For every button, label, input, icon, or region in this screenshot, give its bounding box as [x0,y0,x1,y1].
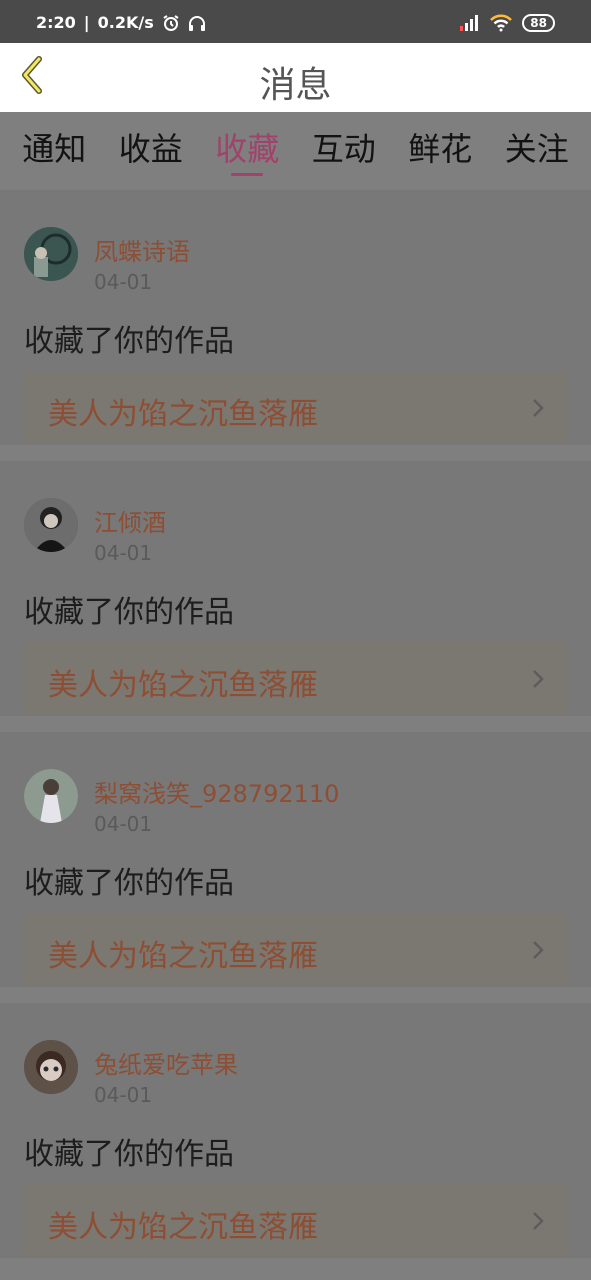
avatar[interactable] [24,1040,78,1094]
chevron-right-icon [531,1210,545,1236]
username[interactable]: 梨窝浅笑_928792110 [94,774,339,809]
tab-label: 关注 [504,130,569,168]
tab-earnings[interactable]: 收益 [119,112,183,184]
tab-favorites[interactable]: 收藏 [215,112,279,184]
work-link[interactable]: 美人为馅之沉鱼落雁 [24,371,567,444]
work-link[interactable]: 美人为馅之沉鱼落雁 [24,1184,567,1257]
tab-interactions[interactable]: 互动 [312,112,376,184]
tab-flowers[interactable]: 鲜花 [408,112,472,184]
message-card: 江倾酒 04-01 收藏了你的作品 美人为馅之沉鱼落雁 [0,461,591,716]
message-action: 收藏了你的作品 [24,1137,234,1172]
message-card: 凤蝶诗语 04-01 收藏了你的作品 美人为馅之沉鱼落雁 [0,190,591,445]
page-header: 消息 [0,43,591,112]
battery-icon: 88 [522,14,555,32]
message-date: 04-01 [94,270,153,294]
username[interactable]: 凤蝶诗语 [94,232,190,267]
tab-label: 收藏 [215,130,280,168]
status-speed: 0.2K/s [97,13,154,32]
work-title: 美人为馅之沉鱼落雁 [48,668,318,703]
active-tab-indicator [231,173,264,176]
message-card: 兔纸爱吃苹果 04-01 收藏了你的作品 美人为馅之沉鱼落雁 [0,1003,591,1258]
username[interactable]: 兔纸爱吃苹果 [94,1045,238,1080]
message-action: 收藏了你的作品 [24,866,234,901]
avatar[interactable] [24,769,78,823]
chevron-right-icon [531,397,545,423]
message-card: 梨窝浅笑_928792110 04-01 收藏了你的作品 美人为馅之沉鱼落雁 [0,732,591,987]
avatar[interactable] [24,498,78,552]
status-bar: 2:20 | 0.2K/s 88 [0,0,591,43]
tab-label: 鲜花 [408,130,473,168]
message-action: 收藏了你的作品 [24,595,234,630]
message-list: 凤蝶诗语 04-01 收藏了你的作品 美人为馅之沉鱼落雁 江倾酒 04-01 收… [0,190,591,1274]
status-time: 2:20 [36,13,76,32]
alarm-icon [162,14,180,32]
wifi-icon [490,14,513,32]
chevron-right-icon [531,668,545,694]
status-separator: | [83,13,90,32]
message-date: 04-01 [94,1083,153,1107]
work-link[interactable]: 美人为馅之沉鱼落雁 [24,913,567,986]
work-link[interactable]: 美人为馅之沉鱼落雁 [24,642,567,715]
status-left: 2:20 | 0.2K/s [36,13,206,32]
avatar[interactable] [24,227,78,281]
work-title: 美人为馅之沉鱼落雁 [48,1210,318,1245]
tab-label: 收益 [118,130,183,168]
signal-icon [458,14,480,32]
work-title: 美人为馅之沉鱼落雁 [48,939,318,974]
tab-notifications[interactable]: 通知 [22,112,86,184]
status-right: 88 [458,14,555,32]
tab-follows[interactable]: 关注 [505,112,569,184]
tab-label: 互动 [311,130,376,168]
tab-bar: 通知 收益 收藏 互动 鲜花 关注 [0,112,591,184]
headphones-icon [188,14,206,32]
page-title: 消息 [259,65,332,106]
username[interactable]: 江倾酒 [94,503,166,538]
work-title: 美人为馅之沉鱼落雁 [48,397,318,432]
chevron-right-icon [531,939,545,965]
message-date: 04-01 [94,812,153,836]
message-date: 04-01 [94,541,153,565]
message-action: 收藏了你的作品 [24,324,234,359]
tab-label: 通知 [22,130,87,168]
